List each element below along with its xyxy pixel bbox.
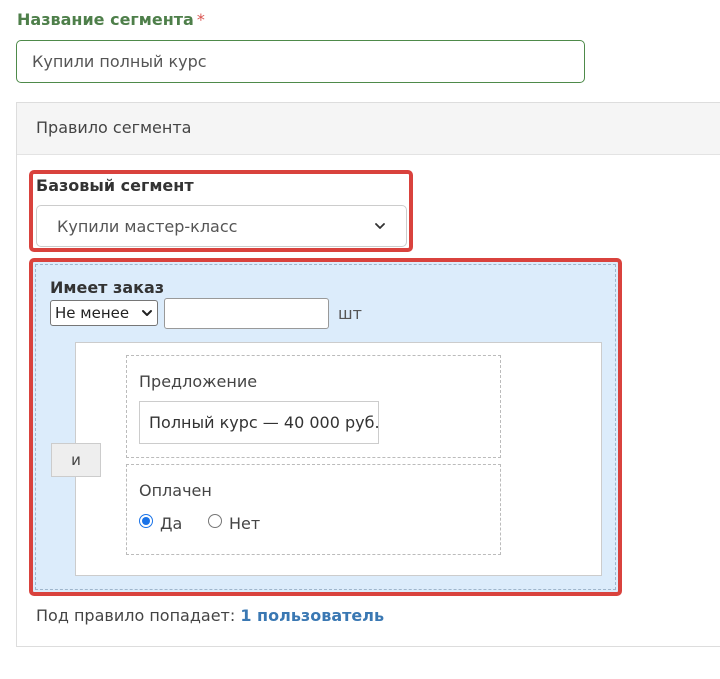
paid-yes-label[interactable]: Да xyxy=(160,514,182,533)
base-segment-select[interactable]: Купили мастер-класс xyxy=(36,205,407,247)
paid-label: Оплачен xyxy=(139,481,212,500)
order-condition-label: Имеет заказ xyxy=(50,278,165,297)
base-segment-selected-value: Купили мастер-класс xyxy=(57,216,238,236)
comparator-selected-value: Не менее xyxy=(55,304,130,322)
base-segment-label: Базовый сегмент xyxy=(36,176,194,195)
comparator-select[interactable]: Не менее xyxy=(50,300,158,326)
paid-condition-block xyxy=(126,464,501,555)
unit-label: шт xyxy=(338,304,362,323)
and-operator-button[interactable]: и xyxy=(51,443,101,477)
chevron-down-icon xyxy=(142,310,152,316)
matched-users-summary: Под правило попадает: 1 пользователь xyxy=(36,606,384,625)
offer-select[interactable]: Полный курс — 40 000 руб. xyxy=(139,401,379,444)
segment-name-input[interactable] xyxy=(16,40,585,83)
segment-rule-header: Правило сегмента xyxy=(17,103,720,155)
matched-users-prefix: Под правило попадает: xyxy=(36,606,241,625)
matched-users-link[interactable]: 1 пользователь xyxy=(240,606,384,625)
segment-name-label-text: Название сегмента xyxy=(17,10,194,29)
required-mark: * xyxy=(196,10,205,29)
chevron-down-icon xyxy=(375,223,385,229)
paid-no-label[interactable]: Нет xyxy=(229,514,260,533)
paid-no-radio[interactable] xyxy=(208,514,222,528)
offer-label: Предложение xyxy=(139,372,258,391)
segment-name-label: Название сегмента * xyxy=(17,10,205,29)
paid-yes-radio[interactable] xyxy=(139,514,153,528)
order-count-input[interactable] xyxy=(164,298,329,329)
